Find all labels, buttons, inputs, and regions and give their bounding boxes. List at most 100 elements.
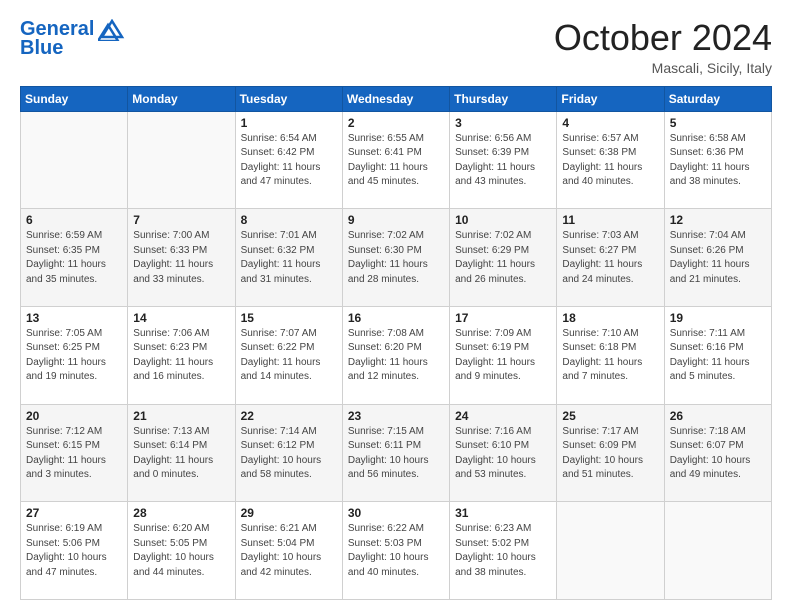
calendar-cell: 28 Sunrise: 6:20 AM Sunset: 5:05 PM Dayli… [128, 502, 235, 600]
day-info: Sunrise: 6:23 AM Sunset: 5:02 PM Dayligh… [455, 522, 551, 580]
logo: General Blue [20, 18, 126, 60]
calendar-cell [557, 502, 664, 600]
day-number: 21 [133, 409, 229, 423]
page: General Blue October 2024 Mascali, Sicil… [0, 0, 792, 612]
day-header-thursday: Thursday [450, 86, 557, 111]
week-row-3: 13 Sunrise: 7:05 AM Sunset: 6:25 PM Dayli… [21, 306, 772, 404]
calendar-cell: 24 Sunrise: 7:16 AM Sunset: 6:10 PM Dayli… [450, 404, 557, 502]
calendar-cell: 22 Sunrise: 7:14 AM Sunset: 6:12 PM Dayli… [235, 404, 342, 502]
day-info: Sunrise: 7:07 AM Sunset: 6:22 PM Dayligh… [241, 327, 337, 385]
calendar-cell: 13 Sunrise: 7:05 AM Sunset: 6:25 PM Dayli… [21, 306, 128, 404]
day-number: 14 [133, 311, 229, 325]
day-info: Sunrise: 6:22 AM Sunset: 5:03 PM Dayligh… [348, 522, 444, 580]
day-number: 4 [562, 116, 658, 130]
day-header-sunday: Sunday [21, 86, 128, 111]
header: General Blue October 2024 Mascali, Sicil… [20, 18, 772, 76]
day-info: Sunrise: 7:01 AM Sunset: 6:32 PM Dayligh… [241, 229, 337, 287]
day-info: Sunrise: 7:08 AM Sunset: 6:20 PM Dayligh… [348, 327, 444, 385]
day-number: 24 [455, 409, 551, 423]
day-info: Sunrise: 7:17 AM Sunset: 6:09 PM Dayligh… [562, 425, 658, 483]
day-number: 5 [670, 116, 766, 130]
calendar-cell [128, 111, 235, 209]
day-number: 30 [348, 506, 444, 520]
calendar-cell: 29 Sunrise: 6:21 AM Sunset: 5:04 PM Dayli… [235, 502, 342, 600]
day-number: 18 [562, 311, 658, 325]
calendar-cell: 9 Sunrise: 7:02 AM Sunset: 6:30 PM Daylig… [342, 209, 449, 307]
day-number: 2 [348, 116, 444, 130]
day-number: 17 [455, 311, 551, 325]
day-number: 8 [241, 213, 337, 227]
day-info: Sunrise: 7:03 AM Sunset: 6:27 PM Dayligh… [562, 229, 658, 287]
day-number: 22 [241, 409, 337, 423]
calendar-cell: 1Sunrise: 6:54 AM Sunset: 6:42 PM Daylig… [235, 111, 342, 209]
calendar-cell: 25 Sunrise: 7:17 AM Sunset: 6:09 PM Dayli… [557, 404, 664, 502]
calendar-cell: 19 Sunrise: 7:11 AM Sunset: 6:16 PM Dayli… [664, 306, 771, 404]
week-row-1: 1Sunrise: 6:54 AM Sunset: 6:42 PM Daylig… [21, 111, 772, 209]
day-info: Sunrise: 6:58 AM Sunset: 6:36 PM Dayligh… [670, 132, 766, 190]
day-number: 15 [241, 311, 337, 325]
day-info: Sunrise: 7:16 AM Sunset: 6:10 PM Dayligh… [455, 425, 551, 483]
calendar-cell: 18 Sunrise: 7:10 AM Sunset: 6:18 PM Dayli… [557, 306, 664, 404]
day-info: Sunrise: 6:54 AM Sunset: 6:42 PM Dayligh… [241, 132, 337, 190]
week-row-2: 6 Sunrise: 6:59 AM Sunset: 6:35 PM Daylig… [21, 209, 772, 307]
day-info: Sunrise: 6:56 AM Sunset: 6:39 PM Dayligh… [455, 132, 551, 190]
calendar-cell: 12 Sunrise: 7:04 AM Sunset: 6:26 PM Dayli… [664, 209, 771, 307]
day-number: 20 [26, 409, 122, 423]
day-number: 12 [670, 213, 766, 227]
day-info: Sunrise: 7:02 AM Sunset: 6:30 PM Dayligh… [348, 229, 444, 287]
day-number: 10 [455, 213, 551, 227]
day-info: Sunrise: 6:57 AM Sunset: 6:38 PM Dayligh… [562, 132, 658, 190]
day-info: Sunrise: 7:06 AM Sunset: 6:23 PM Dayligh… [133, 327, 229, 385]
calendar-cell: 20Sunrise: 7:12 AM Sunset: 6:15 PM Dayli… [21, 404, 128, 502]
day-info: Sunrise: 7:05 AM Sunset: 6:25 PM Dayligh… [26, 327, 122, 385]
day-info: Sunrise: 6:59 AM Sunset: 6:35 PM Dayligh… [26, 229, 122, 287]
calendar-cell: 3Sunrise: 6:56 AM Sunset: 6:39 PM Daylig… [450, 111, 557, 209]
day-info: Sunrise: 7:15 AM Sunset: 6:11 PM Dayligh… [348, 425, 444, 483]
day-header-saturday: Saturday [664, 86, 771, 111]
day-number: 6 [26, 213, 122, 227]
day-info: Sunrise: 6:21 AM Sunset: 5:04 PM Dayligh… [241, 522, 337, 580]
day-header-tuesday: Tuesday [235, 86, 342, 111]
calendar-cell: 15 Sunrise: 7:07 AM Sunset: 6:22 PM Dayli… [235, 306, 342, 404]
day-number: 13 [26, 311, 122, 325]
calendar-cell: 27Sunrise: 6:19 AM Sunset: 5:06 PM Dayli… [21, 502, 128, 600]
calendar-cell: 8 Sunrise: 7:01 AM Sunset: 6:32 PM Daylig… [235, 209, 342, 307]
calendar-cell: 11Sunrise: 7:03 AM Sunset: 6:27 PM Dayli… [557, 209, 664, 307]
day-info: Sunrise: 7:14 AM Sunset: 6:12 PM Dayligh… [241, 425, 337, 483]
day-header-monday: Monday [128, 86, 235, 111]
day-number: 16 [348, 311, 444, 325]
day-number: 7 [133, 213, 229, 227]
day-number: 25 [562, 409, 658, 423]
calendar-cell: 30 Sunrise: 6:22 AM Sunset: 5:03 PM Dayli… [342, 502, 449, 600]
day-info: Sunrise: 7:18 AM Sunset: 6:07 PM Dayligh… [670, 425, 766, 483]
day-info: Sunrise: 6:55 AM Sunset: 6:41 PM Dayligh… [348, 132, 444, 190]
day-header-wednesday: Wednesday [342, 86, 449, 111]
day-info: Sunrise: 6:20 AM Sunset: 5:05 PM Dayligh… [133, 522, 229, 580]
calendar-cell: 14 Sunrise: 7:06 AM Sunset: 6:23 PM Dayli… [128, 306, 235, 404]
title-block: October 2024 Mascali, Sicily, Italy [554, 18, 772, 76]
month-title: October 2024 [554, 18, 772, 58]
day-info: Sunrise: 7:04 AM Sunset: 6:26 PM Dayligh… [670, 229, 766, 287]
day-info: Sunrise: 7:10 AM Sunset: 6:18 PM Dayligh… [562, 327, 658, 385]
calendar-cell: 6 Sunrise: 6:59 AM Sunset: 6:35 PM Daylig… [21, 209, 128, 307]
day-header-friday: Friday [557, 86, 664, 111]
logo-blue: Blue [20, 37, 63, 60]
day-number: 29 [241, 506, 337, 520]
calendar-cell: 16 Sunrise: 7:08 AM Sunset: 6:20 PM Dayli… [342, 306, 449, 404]
calendar-cell: 10 Sunrise: 7:02 AM Sunset: 6:29 PM Dayli… [450, 209, 557, 307]
week-row-5: 27Sunrise: 6:19 AM Sunset: 5:06 PM Dayli… [21, 502, 772, 600]
day-number: 28 [133, 506, 229, 520]
calendar-cell: 5 Sunrise: 6:58 AM Sunset: 6:36 PM Daylig… [664, 111, 771, 209]
day-number: 9 [348, 213, 444, 227]
logo-icon [98, 19, 126, 41]
calendar-cell: 17 Sunrise: 7:09 AM Sunset: 6:19 PM Dayli… [450, 306, 557, 404]
day-info: Sunrise: 7:11 AM Sunset: 6:16 PM Dayligh… [670, 327, 766, 385]
day-info: Sunrise: 7:13 AM Sunset: 6:14 PM Dayligh… [133, 425, 229, 483]
calendar-cell: 2 Sunrise: 6:55 AM Sunset: 6:41 PM Daylig… [342, 111, 449, 209]
day-number: 19 [670, 311, 766, 325]
calendar-cell: 7Sunrise: 7:00 AM Sunset: 6:33 PM Daylig… [128, 209, 235, 307]
location-subtitle: Mascali, Sicily, Italy [554, 60, 772, 76]
day-info: Sunrise: 7:02 AM Sunset: 6:29 PM Dayligh… [455, 229, 551, 287]
day-info: Sunrise: 7:09 AM Sunset: 6:19 PM Dayligh… [455, 327, 551, 385]
calendar-cell [664, 502, 771, 600]
